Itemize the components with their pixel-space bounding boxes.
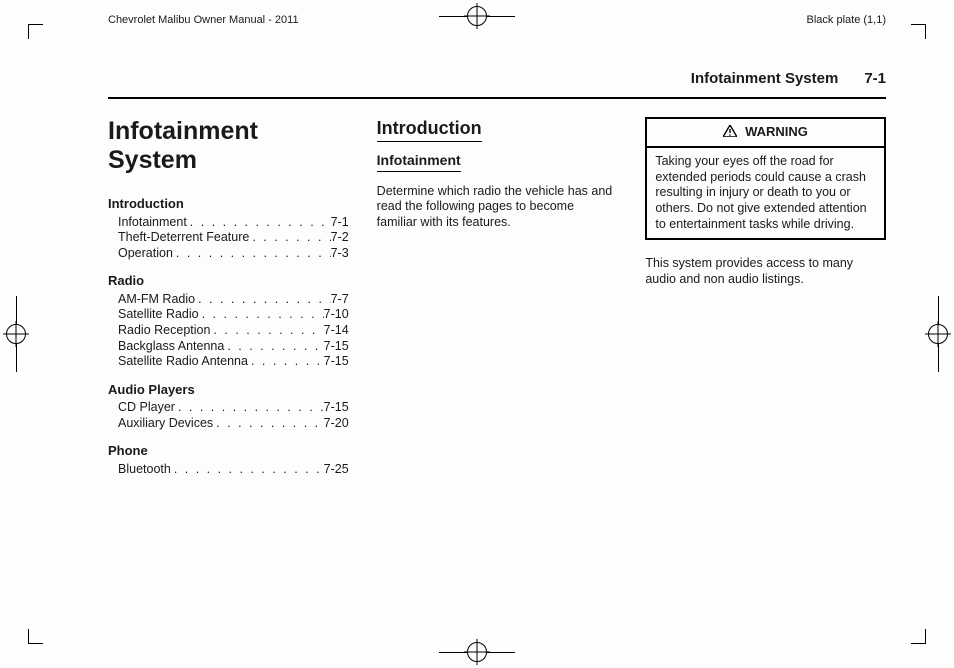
toc-dots (213, 416, 323, 432)
warning-title: WARNING (647, 119, 884, 148)
toc-item: Infotainment 7-1 (118, 215, 349, 231)
toc-item-page: 7-2 (331, 230, 349, 246)
toc-group-heading: Audio Players (108, 382, 349, 398)
toc-item-page: 7-3 (331, 246, 349, 262)
toc-column: Infotainment System Introduction Infotain… (108, 117, 349, 477)
print-header: Chevrolet Malibu Owner Manual - 2011 Bla… (108, 14, 886, 28)
toc-item-label: Satellite Radio Antenna (118, 354, 248, 370)
toc-dots (210, 323, 323, 339)
page-body: Infotainment System 7-1 Infotainment Sys… (108, 70, 886, 628)
toc-dots (187, 215, 331, 231)
toc-item-page: 7-20 (324, 416, 349, 432)
doc-title: Chevrolet Malibu Owner Manual - 2011 (108, 14, 299, 28)
toc-list: CD Player 7-15 Auxiliary Devices 7-20 (108, 400, 349, 431)
toc-item-page: 7-1 (331, 215, 349, 231)
toc-item-page: 7-25 (324, 462, 349, 478)
section-heading: Introduction (377, 117, 482, 143)
warning-icon (723, 125, 737, 141)
toc-item-label: Bluetooth (118, 462, 171, 478)
toc-dots (195, 292, 331, 308)
toc-item-page: 7-7 (331, 292, 349, 308)
intro-column: Introduction Infotainment Determine whic… (377, 117, 618, 477)
toc-list: AM-FM Radio7-7Satellite Radio7-10Radio R… (108, 292, 349, 370)
toc-item: Backglass Antenna 7-15 (118, 339, 349, 355)
toc-item-page: 7-10 (324, 307, 349, 323)
toc-dots (171, 462, 324, 478)
toc-group-heading: Introduction (108, 196, 349, 212)
toc-item-label: Radio Reception (118, 323, 210, 339)
page-number: 7-1 (864, 70, 886, 89)
section-name: Infotainment System (691, 70, 839, 89)
warning-label: WARNING (745, 124, 808, 139)
toc-item: Theft-Deterrent Feature 7-2 (118, 230, 349, 246)
toc-item-label: Infotainment (118, 215, 187, 231)
toc-item: CD Player 7-15 (118, 400, 349, 416)
warning-box: WARNING Taking your eyes off the road fo… (645, 117, 886, 240)
toc-dots (249, 230, 330, 246)
toc-item-label: AM-FM Radio (118, 292, 195, 308)
toc-item-label: Theft-Deterrent Feature (118, 230, 249, 246)
toc-item: Satellite Radio Antenna 7-15 (118, 354, 349, 370)
toc-list: Infotainment 7-1 Theft-Deterrent Feature 7-… (108, 215, 349, 262)
toc-dots (224, 339, 323, 355)
running-head: Infotainment System 7-1 (108, 70, 886, 99)
chapter-title: Infotainment System (108, 117, 349, 175)
toc-item-label: Backglass Antenna (118, 339, 224, 355)
subsection-heading: Infotainment (377, 152, 461, 172)
toc-item-label: CD Player (118, 400, 175, 416)
toc-item-label: Satellite Radio (118, 307, 199, 323)
toc-dots (199, 307, 324, 323)
toc-item: Satellite Radio 7-10 (118, 307, 349, 323)
after-warning-paragraph: This system provides access to many audi… (645, 256, 886, 287)
toc-item: Bluetooth 7-25 (118, 462, 349, 478)
toc-group-heading: Radio (108, 273, 349, 289)
plate-label: Black plate (1,1) (807, 14, 886, 28)
toc-item: Operation 7-3 (118, 246, 349, 262)
toc-item-page: 7-15 (324, 354, 349, 370)
warning-body: Taking your eyes off the road for extend… (647, 148, 884, 238)
toc-item-page: 7-15 (324, 400, 349, 416)
toc-group-heading: Phone (108, 443, 349, 459)
toc-item: Radio Reception 7-14 (118, 323, 349, 339)
toc-dots (248, 354, 324, 370)
toc-dots (175, 400, 324, 416)
toc-dots (173, 246, 331, 262)
toc-item-page: 7-15 (324, 339, 349, 355)
toc-list: Bluetooth 7-25 (108, 462, 349, 478)
warning-column: WARNING Taking your eyes off the road fo… (645, 117, 886, 477)
toc-item: AM-FM Radio 7-7 (118, 292, 349, 308)
toc-item-label: Operation (118, 246, 173, 262)
toc-item-page: 7-14 (324, 323, 349, 339)
intro-paragraph: Determine which radio the vehicle has an… (377, 184, 618, 231)
toc-item-label: Auxiliary Devices (118, 416, 213, 432)
toc-item: Auxiliary Devices 7-20 (118, 416, 349, 432)
